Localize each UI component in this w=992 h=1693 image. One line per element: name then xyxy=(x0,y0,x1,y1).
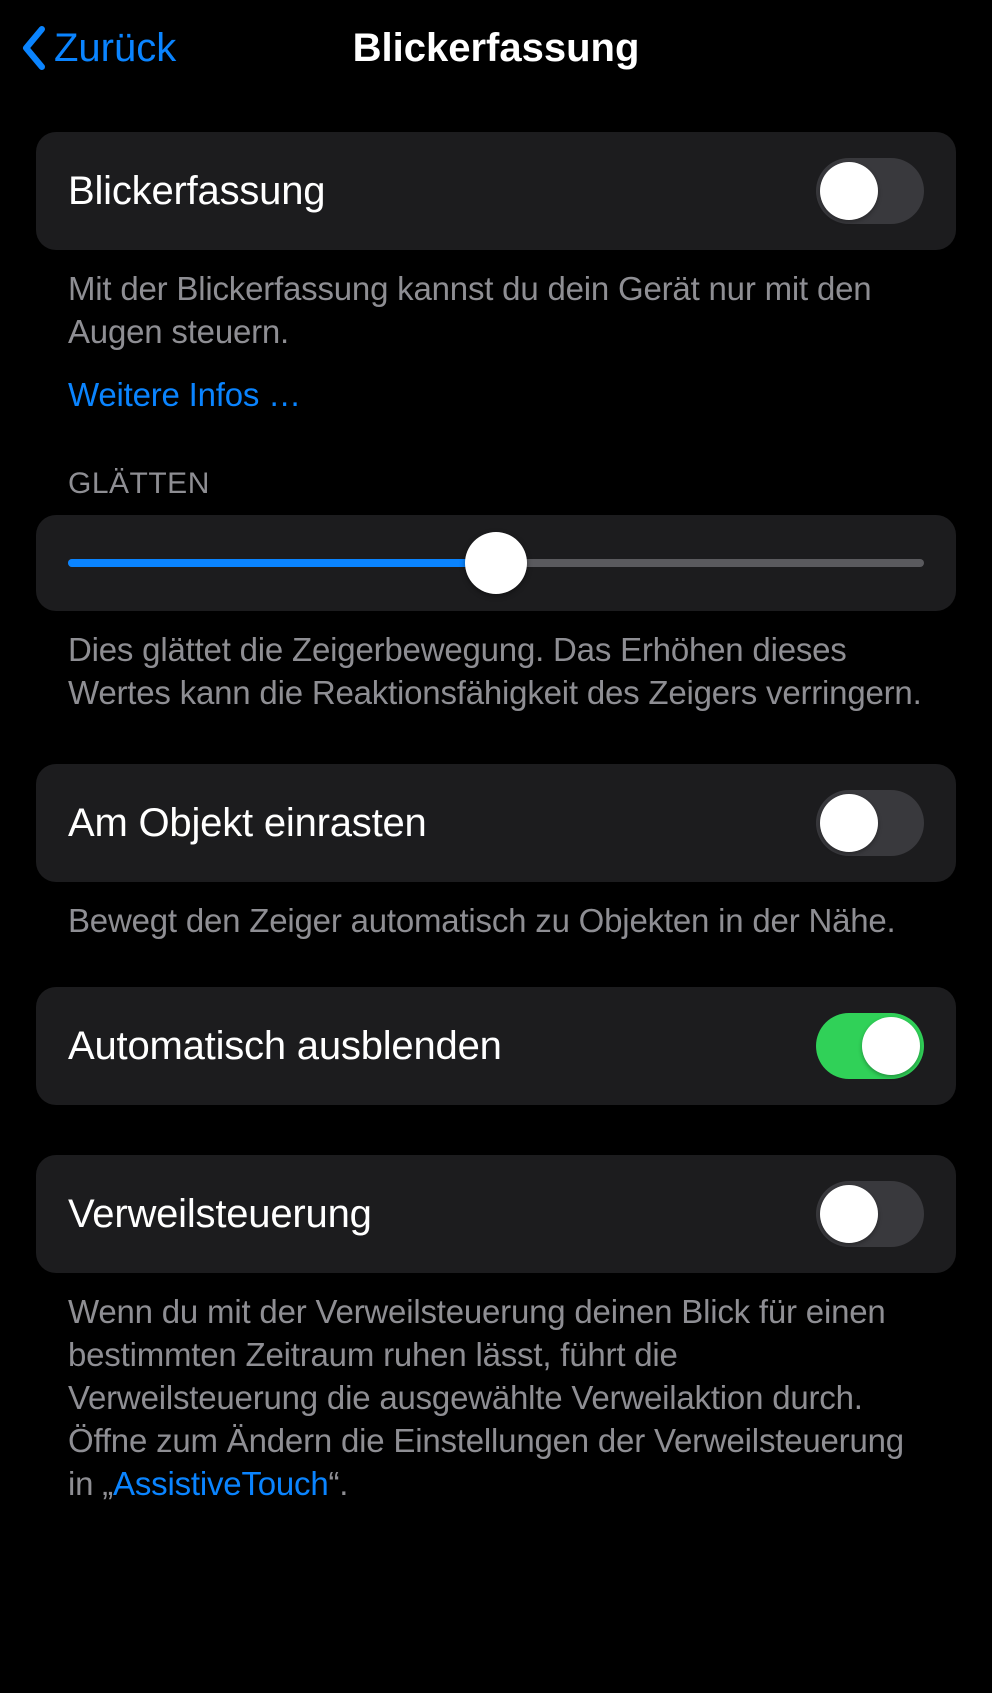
autohide-label: Automatisch ausblenden xyxy=(68,1024,502,1069)
back-label: Zurück xyxy=(54,26,176,71)
toggle-knob xyxy=(820,162,878,220)
smoothing-slider-cell xyxy=(36,515,956,611)
autohide-group: Automatisch ausblenden xyxy=(36,987,956,1105)
page-title: Blickerfassung xyxy=(353,26,640,71)
toggle-knob xyxy=(820,1185,878,1243)
more-info-link[interactable]: Weitere Infos … xyxy=(68,374,301,417)
autohide-toggle[interactable] xyxy=(816,1013,924,1079)
dwell-toggle[interactable] xyxy=(816,1181,924,1247)
settings-content: Blickerfassung Mit der Blickerfassung ka… xyxy=(0,96,992,1506)
smoothing-group: GLÄTTEN Dies glättet die Zeigerbewegung.… xyxy=(36,467,956,715)
smoothing-header: GLÄTTEN xyxy=(36,467,956,515)
back-button[interactable]: Zurück xyxy=(20,26,176,71)
eye-tracking-description: Mit der Blickerfassung kannst du dein Ge… xyxy=(68,270,871,350)
eye-tracking-group: Blickerfassung Mit der Blickerfassung ka… xyxy=(36,132,956,417)
snap-label: Am Objekt einrasten xyxy=(68,801,427,846)
toggle-knob xyxy=(862,1017,920,1075)
eye-tracking-toggle[interactable] xyxy=(816,158,924,224)
dwell-row[interactable]: Verweilsteuerung xyxy=(36,1155,956,1273)
slider-fill xyxy=(68,559,496,567)
dwell-footer-post: “. xyxy=(329,1465,349,1502)
eye-tracking-footer: Mit der Blickerfassung kannst du dein Ge… xyxy=(36,250,956,417)
snap-toggle[interactable] xyxy=(816,790,924,856)
nav-bar: Zurück Blickerfassung xyxy=(0,0,992,96)
snap-footer: Bewegt den Zeiger automatisch zu Objekte… xyxy=(36,882,956,943)
assistivetouch-link[interactable]: AssistiveTouch xyxy=(113,1465,328,1502)
dwell-group: Verweilsteuerung Wenn du mit der Verweil… xyxy=(36,1155,956,1505)
eye-tracking-row[interactable]: Blickerfassung xyxy=(36,132,956,250)
dwell-label: Verweilsteuerung xyxy=(68,1192,372,1237)
snap-row[interactable]: Am Objekt einrasten xyxy=(36,764,956,882)
autohide-row[interactable]: Automatisch ausblenden xyxy=(36,987,956,1105)
chevron-left-icon xyxy=(20,26,48,70)
eye-tracking-label: Blickerfassung xyxy=(68,169,325,214)
toggle-knob xyxy=(820,794,878,852)
smoothing-slider[interactable] xyxy=(68,559,924,567)
dwell-footer: Wenn du mit der Verweilsteuerung deinen … xyxy=(36,1273,956,1505)
snap-group: Am Objekt einrasten Bewegt den Zeiger au… xyxy=(36,764,956,943)
slider-thumb[interactable] xyxy=(465,532,527,594)
smoothing-footer: Dies glättet die Zeigerbewegung. Das Erh… xyxy=(36,611,956,715)
